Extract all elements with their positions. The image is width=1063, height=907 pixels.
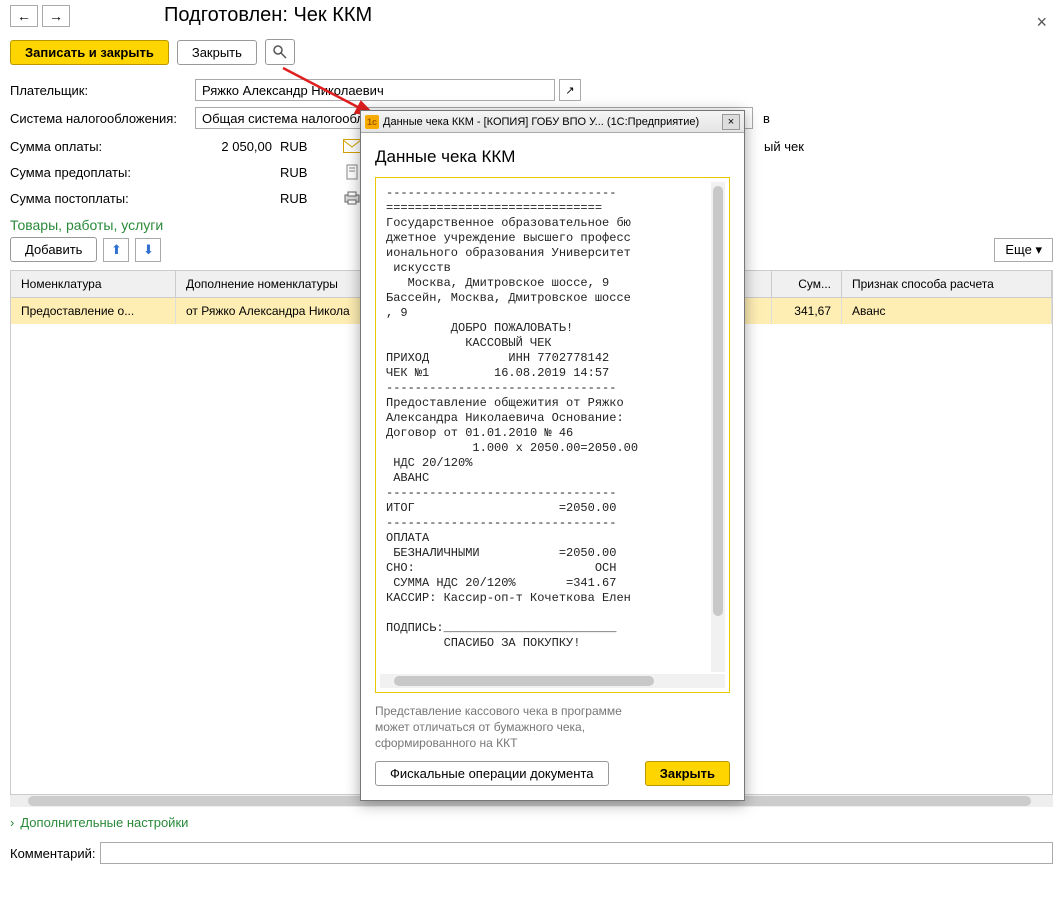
comment-label: Комментарий: [10,846,100,861]
dialog-titlebar[interactable]: 1c Данные чека ККМ - [КОПИЯ] ГОБУ ВПО У.… [361,111,744,133]
more-button[interactable]: Еще ▾ [994,238,1053,262]
save-close-button[interactable]: Записать и закрыть [10,40,169,65]
receipt-preview-dialog: 1c Данные чека ККМ - [КОПИЯ] ГОБУ ВПО У.… [360,110,745,801]
sum-currency: RUB [280,139,320,154]
td-nomen: Предоставление о... [11,298,176,324]
nav-forward-button[interactable]: → [42,5,70,27]
app-icon: 1c [365,115,379,129]
payer-input[interactable] [195,79,555,101]
partial-text-2: ый чек [764,139,804,154]
sum-value: 2 050,00 [195,139,280,154]
prepay-label: Сумма предоплаты: [10,165,195,180]
dialog-header: Данные чека ККМ [375,147,730,167]
additional-settings-toggle[interactable]: › Дополнительные настройки [0,807,1063,838]
receipt-hscroll[interactable] [380,674,725,688]
close-button[interactable]: Закрыть [177,40,257,65]
payer-open-icon[interactable]: ↗ [559,79,581,101]
comment-input[interactable] [100,842,1053,864]
receipt-disclaimer: Представление кассового чека в программе… [375,703,625,751]
chevron-down-icon: ▾ [1035,242,1042,257]
chevron-right-icon: › [10,815,14,830]
additional-settings-label: Дополнительные настройки [20,815,188,830]
th-sum[interactable]: Сум... [772,271,842,298]
close-icon[interactable]: × [1036,12,1047,33]
td-dop: от Ряжко Александра Никола [176,298,381,324]
move-down-button[interactable]: ⬇ [135,238,161,262]
page-title: Подготовлен: Чек ККМ [164,4,372,27]
dialog-title: Данные чека ККМ - [КОПИЯ] ГОБУ ВПО У... … [383,116,722,128]
dialog-close-button[interactable]: × [722,114,740,130]
td-priznak: Аванс [842,298,1052,324]
move-up-button[interactable]: ⬆ [103,238,129,262]
dialog-close-yellow-button[interactable]: Закрыть [645,761,730,786]
preview-check-button[interactable] [265,39,295,65]
payer-label: Плательщик: [10,83,195,98]
nav-back-button[interactable]: ← [10,5,38,27]
receipt-frame: -------------------------------- =======… [375,177,730,693]
partial-text-1: в [763,111,770,126]
magnify-receipt-icon [272,44,288,60]
add-row-button[interactable]: Добавить [10,237,97,262]
th-priznak[interactable]: Признак способа расчета [842,271,1052,298]
tax-label: Система налогообложения: [10,111,195,126]
postpay-label: Сумма постоплаты: [10,191,195,206]
prepay-currency: RUB [280,165,320,180]
receipt-text[interactable]: -------------------------------- =======… [386,186,715,651]
receipt-vscroll[interactable] [711,182,725,672]
th-nomen[interactable]: Номенклатура [11,271,176,298]
th-dop[interactable]: Дополнение номенклатуры [176,271,381,298]
td-sum: 341,67 [772,298,842,324]
postpay-currency: RUB [280,191,320,206]
sum-label: Сумма оплаты: [10,139,195,154]
fiscal-ops-button[interactable]: Фискальные операции документа [375,761,609,786]
